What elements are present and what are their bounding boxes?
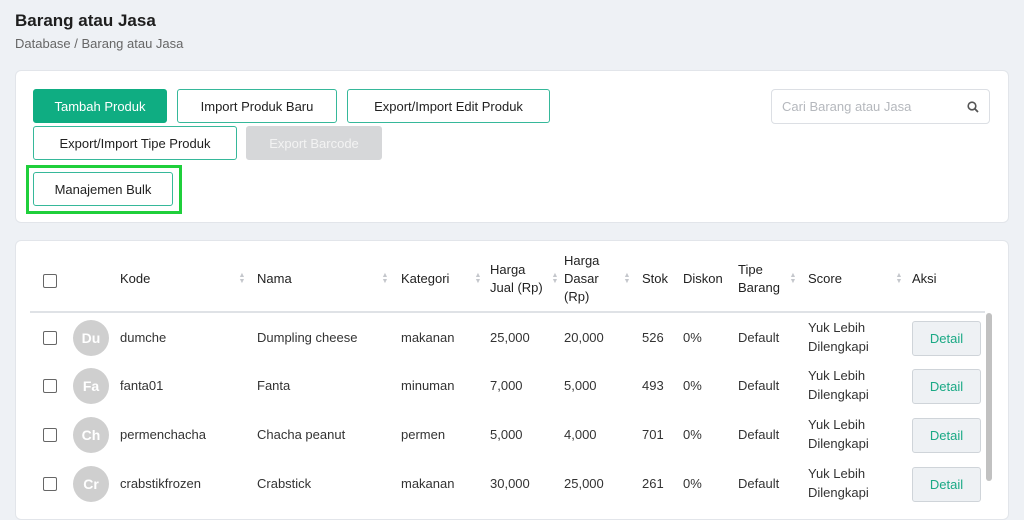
cell-tipe: Default [738, 476, 780, 491]
scrollbar[interactable] [986, 313, 992, 481]
cell-harga-jual: 7,000 [490, 378, 523, 393]
cell-kode: fanta01 [120, 378, 164, 393]
cell-score: Yuk Lebih Dilengkapi [808, 417, 869, 451]
cell-tipe: Default [738, 330, 780, 345]
header-score[interactable]: Score [808, 270, 842, 288]
row-checkbox[interactable] [43, 331, 57, 345]
row-checkbox[interactable] [43, 477, 57, 491]
export-import-tipe-produk-button[interactable]: Export/Import Tipe Produk [33, 126, 237, 160]
cell-diskon: 0% [683, 378, 702, 393]
sort-icon[interactable]: ▲ ▼ [895, 272, 903, 285]
cell-kategori: makanan [401, 330, 455, 345]
breadcrumb: Database / Barang atau Jasa [15, 36, 184, 51]
avatar: Du [73, 320, 109, 356]
header-tipe-barang[interactable]: Tipe Barang [738, 261, 788, 297]
cell-kode: crabstikfrozen [120, 476, 201, 491]
manajemen-bulk-button[interactable]: Manajemen Bulk [33, 172, 173, 206]
cell-stok: 701 [642, 427, 664, 442]
header-divider [30, 311, 985, 313]
cell-stok: 526 [642, 330, 664, 345]
cell-tipe: Default [738, 378, 780, 393]
detail-button[interactable]: Detail [912, 369, 981, 404]
cell-tipe: Default [738, 427, 780, 442]
cell-kode: dumche [120, 330, 167, 345]
sort-icon[interactable]: ▲ ▼ [789, 272, 797, 285]
avatar: Ch [73, 417, 109, 453]
cell-harga-dasar: 20,000 [564, 330, 604, 345]
cell-score: Yuk Lebih Dilengkapi [808, 466, 869, 500]
row-checkbox[interactable] [43, 379, 57, 393]
cell-diskon: 0% [683, 330, 702, 345]
header-harga-dasar[interactable]: Harga Dasar (Rp) [564, 252, 608, 306]
header-kode[interactable]: Kode [120, 270, 150, 288]
header-aksi: Aksi [912, 271, 937, 286]
select-all-checkbox[interactable] [43, 274, 57, 288]
cell-nama: Chacha peanut [257, 427, 346, 442]
sort-icon[interactable]: ▲ ▼ [238, 272, 246, 285]
row-checkbox[interactable] [43, 428, 57, 442]
cell-harga-jual: 30,000 [490, 476, 530, 491]
cell-score: Yuk Lebih Dilengkapi [808, 368, 869, 402]
header-stok: Stok [642, 271, 669, 286]
cell-diskon: 0% [683, 427, 702, 442]
search-icon[interactable] [967, 100, 979, 113]
detail-button[interactable]: Detail [912, 321, 981, 356]
cell-kategori: makanan [401, 476, 455, 491]
import-produk-baru-button[interactable]: Import Produk Baru [177, 89, 337, 123]
search-placeholder: Cari Barang atau Jasa [782, 99, 912, 114]
cell-score: Yuk Lebih Dilengkapi [808, 320, 869, 354]
header-harga-jual[interactable]: Harga Jual (Rp) [490, 261, 552, 297]
export-barcode-button[interactable]: Export Barcode [246, 126, 382, 160]
cell-harga-jual: 25,000 [490, 330, 530, 345]
cell-nama: Crabstick [257, 476, 312, 491]
cell-harga-dasar: 4,000 [564, 427, 597, 442]
cell-harga-dasar: 5,000 [564, 378, 597, 393]
sort-icon[interactable]: ▲ ▼ [474, 272, 482, 285]
avatar: Cr [73, 466, 109, 502]
detail-button[interactable]: Detail [912, 418, 981, 453]
cell-stok: 261 [642, 476, 664, 491]
header-nama[interactable]: Nama [257, 270, 292, 288]
tambah-produk-button[interactable]: Tambah Produk [33, 89, 167, 123]
header-kategori[interactable]: Kategori [401, 270, 449, 288]
cell-kode: permenchacha [120, 427, 206, 442]
cell-kategori: permen [401, 427, 446, 442]
cell-harga-dasar: 25,000 [564, 476, 604, 491]
export-import-edit-produk-button[interactable]: Export/Import Edit Produk [347, 89, 550, 123]
avatar: Fa [73, 368, 109, 404]
search-input[interactable]: Cari Barang atau Jasa [771, 89, 990, 124]
sort-icon[interactable]: ▲ ▼ [623, 272, 631, 285]
cell-nama: Dumpling cheese [257, 330, 358, 345]
sort-icon[interactable]: ▲ ▼ [381, 272, 389, 285]
detail-button[interactable]: Detail [912, 467, 981, 502]
cell-diskon: 0% [683, 476, 702, 491]
cell-nama: Fanta [257, 378, 291, 393]
header-diskon: Diskon [683, 271, 723, 286]
cell-harga-jual: 5,000 [490, 427, 523, 442]
cell-stok: 493 [642, 378, 664, 393]
sort-icon[interactable]: ▲ ▼ [551, 272, 559, 285]
page-title: Barang atau Jasa [15, 11, 156, 30]
cell-kategori: minuman [401, 378, 455, 393]
